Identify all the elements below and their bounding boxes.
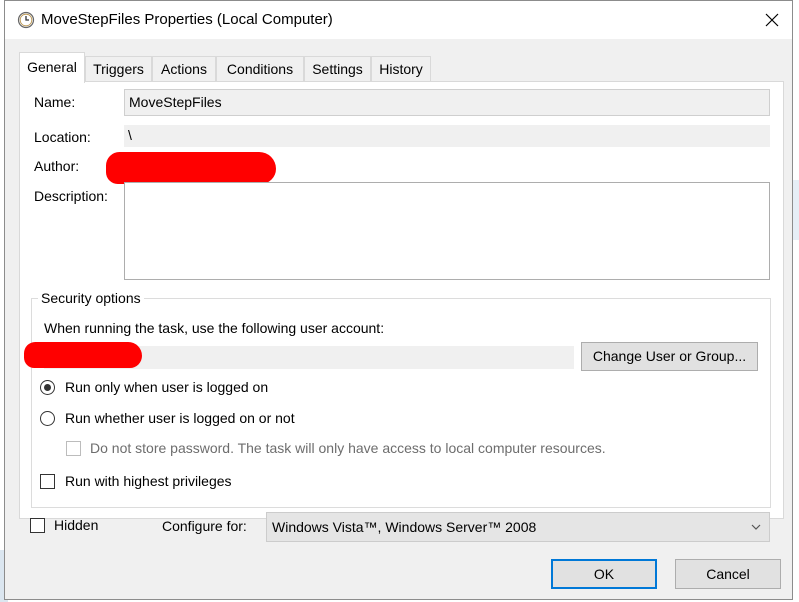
cancel-button[interactable]: Cancel	[675, 559, 781, 589]
description-label: Description:	[34, 188, 108, 204]
highest-privileges-checkbox[interactable]	[40, 474, 55, 489]
highest-privileges-label[interactable]: Run with highest privileges	[65, 473, 232, 489]
ok-button[interactable]: OK	[551, 559, 657, 589]
user-account-redaction	[24, 342, 142, 368]
name-field[interactable]: MoveStepFiles	[124, 89, 770, 116]
author-label: Author:	[34, 158, 80, 174]
tab-triggers[interactable]: Triggers	[85, 56, 152, 82]
description-field[interactable]	[124, 182, 770, 280]
security-options-title: Security options	[38, 290, 144, 306]
hidden-checkbox[interactable]	[30, 518, 45, 533]
hidden-label[interactable]: Hidden	[54, 517, 98, 533]
chevron-down-icon	[751, 524, 761, 530]
run-whether-label[interactable]: Run whether user is logged on or not	[65, 410, 295, 426]
name-label: Name:	[34, 94, 76, 110]
title-bar: MoveStepFiles Properties (Local Computer…	[5, 1, 792, 39]
close-icon	[765, 13, 779, 27]
configure-for-label: Configure for:	[162, 518, 247, 534]
author-redaction	[106, 152, 276, 184]
clock-icon	[17, 11, 35, 29]
close-button[interactable]	[749, 1, 795, 39]
account-prompt: When running the task, use the following…	[44, 320, 385, 336]
tab-settings[interactable]: Settings	[304, 56, 371, 82]
tab-actions[interactable]: Actions	[152, 56, 216, 82]
no-store-password-checkbox[interactable]	[66, 441, 81, 456]
location-label: Location:	[34, 129, 91, 145]
background-window-edge-right	[793, 180, 799, 240]
run-logged-on-label[interactable]: Run only when user is logged on	[65, 379, 268, 395]
run-logged-on-radio[interactable]	[40, 380, 55, 395]
general-tab-panel: Name: MoveStepFiles Location: \ Author: …	[19, 81, 784, 519]
location-value: \	[124, 125, 770, 147]
run-whether-radio[interactable]	[40, 411, 55, 426]
tab-general[interactable]: General	[19, 52, 85, 83]
configure-for-value: Windows Vista™, Windows Server™ 2008	[272, 519, 537, 535]
change-user-button[interactable]: Change User or Group...	[581, 342, 758, 371]
tab-history[interactable]: History	[371, 56, 431, 82]
tab-conditions[interactable]: Conditions	[216, 56, 304, 82]
no-store-password-label: Do not store password. The task will onl…	[90, 440, 606, 456]
window-title: MoveStepFiles Properties (Local Computer…	[41, 11, 333, 28]
configure-for-select[interactable]: Windows Vista™, Windows Server™ 2008	[266, 512, 770, 542]
properties-dialog: MoveStepFiles Properties (Local Computer…	[4, 0, 793, 600]
